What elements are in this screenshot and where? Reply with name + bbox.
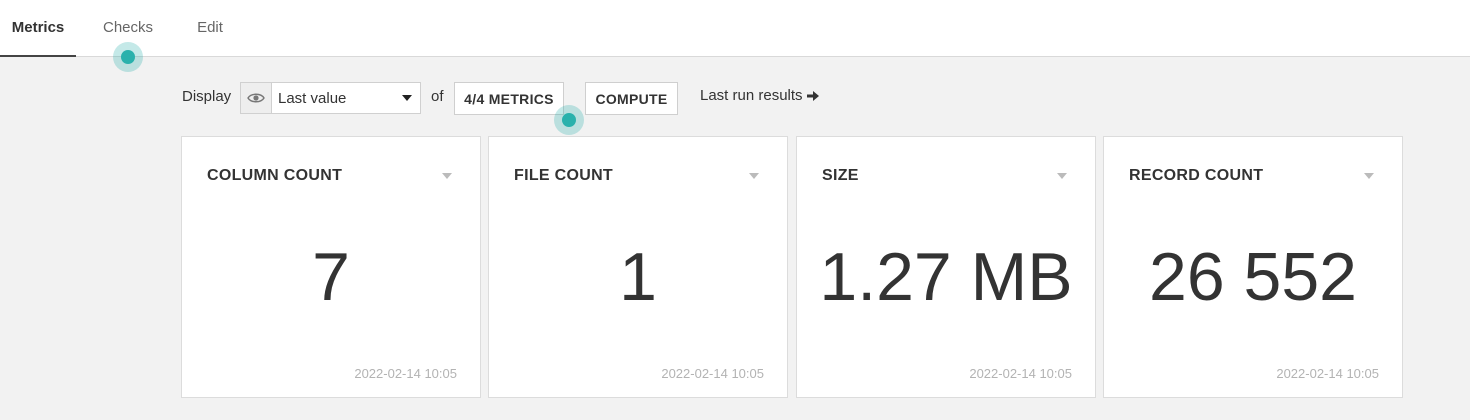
hint-dot-icon[interactable] xyxy=(554,105,584,135)
metrics-selector-button[interactable]: 4/4 METRICS xyxy=(454,82,564,115)
display-select-value: Last value xyxy=(278,89,347,107)
eye-icon xyxy=(241,83,272,113)
metric-card-value: 7 xyxy=(312,239,350,315)
display-label: Display xyxy=(182,88,232,105)
caret-down-icon[interactable] xyxy=(1057,173,1067,179)
display-select[interactable]: Last value xyxy=(240,82,421,114)
tab-bar: Metrics Checks Edit xyxy=(0,0,1470,57)
compute-button[interactable]: COMPUTE xyxy=(585,82,678,115)
metric-card-size: SIZE 1.27 MB 2022-02-14 10:05 xyxy=(796,136,1096,398)
caret-down-icon xyxy=(402,95,412,101)
metric-card-title: RECORD COUNT xyxy=(1129,167,1264,184)
metric-card-title: COLUMN COUNT xyxy=(207,167,343,184)
arrow-right-icon xyxy=(806,90,819,101)
metric-card-column-count: COLUMN COUNT 7 2022-02-14 10:05 xyxy=(181,136,481,398)
of-label: of xyxy=(431,88,444,105)
metric-card-file-count: FILE COUNT 1 2022-02-14 10:05 xyxy=(488,136,788,398)
hint-dot-icon[interactable] xyxy=(113,42,143,72)
last-run-results-link[interactable]: Last run results xyxy=(700,87,820,104)
last-run-results-label: Last run results xyxy=(700,87,803,104)
tab-edit[interactable]: Edit xyxy=(180,0,240,57)
tab-metrics[interactable]: Metrics xyxy=(0,0,76,57)
caret-down-icon[interactable] xyxy=(442,173,452,179)
metric-card-value: 1 xyxy=(619,239,657,315)
metric-card-title: FILE COUNT xyxy=(514,167,613,184)
metric-card-timestamp: 2022-02-14 10:05 xyxy=(969,366,1072,381)
metric-card-timestamp: 2022-02-14 10:05 xyxy=(1276,366,1379,381)
metric-card-title: SIZE xyxy=(822,167,859,184)
metric-card-timestamp: 2022-02-14 10:05 xyxy=(661,366,764,381)
caret-down-icon[interactable] xyxy=(749,173,759,179)
metric-card-value: 26 552 xyxy=(1149,239,1357,315)
metric-card-timestamp: 2022-02-14 10:05 xyxy=(354,366,457,381)
caret-down-icon[interactable] xyxy=(1364,173,1374,179)
metric-card-value: 1.27 MB xyxy=(819,239,1073,315)
metric-card-record-count: RECORD COUNT 26 552 2022-02-14 10:05 xyxy=(1103,136,1403,398)
